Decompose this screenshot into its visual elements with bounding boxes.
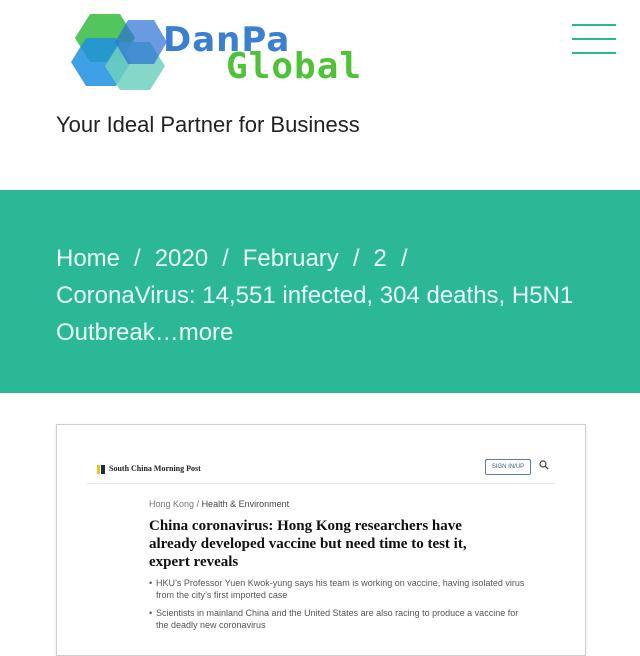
article-screenshot-image[interactable]: South China Morning Post SIGN IN/UP Hong… (56, 424, 586, 656)
breadcrumb-home[interactable]: Home (56, 245, 120, 272)
menu-line (572, 38, 616, 40)
article-headline: China coronavirus: Hong Kong researchers… (149, 518, 467, 570)
menu-line (572, 52, 616, 54)
sign-in-button: SIGN IN/UP (485, 459, 531, 475)
publisher-logo-icon (101, 465, 105, 474)
hamburger-menu-icon[interactable] (572, 22, 620, 58)
publisher-name: South China Morning Post (109, 464, 201, 473)
site-header: DanPa Global Your Ideal Partner for Busi… (0, 0, 640, 190)
menu-line (572, 24, 616, 26)
search-icon (539, 460, 549, 470)
publisher-logo-icon (97, 465, 100, 474)
breadcrumb-month[interactable]: February (243, 245, 339, 272)
breadcrumb-separator: / (352, 245, 360, 272)
bullet-dot: • (149, 608, 153, 618)
article-bullet: • HKU’s Professor Yuen Kwok-yung says hi… (149, 577, 529, 601)
section-name: Health & Environment (201, 499, 290, 509)
bullet-dot: • (149, 578, 153, 588)
article-section: Hong Kong / Health & Environment (149, 499, 289, 509)
breadcrumb-separator: / (134, 245, 141, 272)
logo-text-global: Global (226, 46, 363, 87)
breadcrumb-separator: / (222, 245, 229, 272)
breadcrumb-separator: / (400, 245, 408, 272)
article-bullet: • Scientists in mainland China and the U… (149, 607, 529, 631)
breadcrumb-day[interactable]: 2 (373, 245, 386, 272)
breadcrumb: Home / 2020 / February / 2 / CoronaVirus: 14,55… (56, 240, 616, 351)
bullet-text: HKU’s Professor Yuen Kwok-yung says his … (156, 578, 525, 600)
publisher-bar: South China Morning Post SIGN IN/UP (87, 457, 555, 484)
breadcrumb-current-page: CoronaVirus: 14,551 infected, 304 deaths… (56, 282, 574, 346)
bullet-text: Scientists in mainland China and the Uni… (156, 608, 519, 630)
site-tagline: Your Ideal Partner for Business (56, 112, 360, 137)
breadcrumb-year[interactable]: 2020 (155, 245, 208, 272)
section-parent: Hong Kong / (149, 499, 200, 509)
site-logo[interactable]: DanPa Global (68, 8, 398, 98)
